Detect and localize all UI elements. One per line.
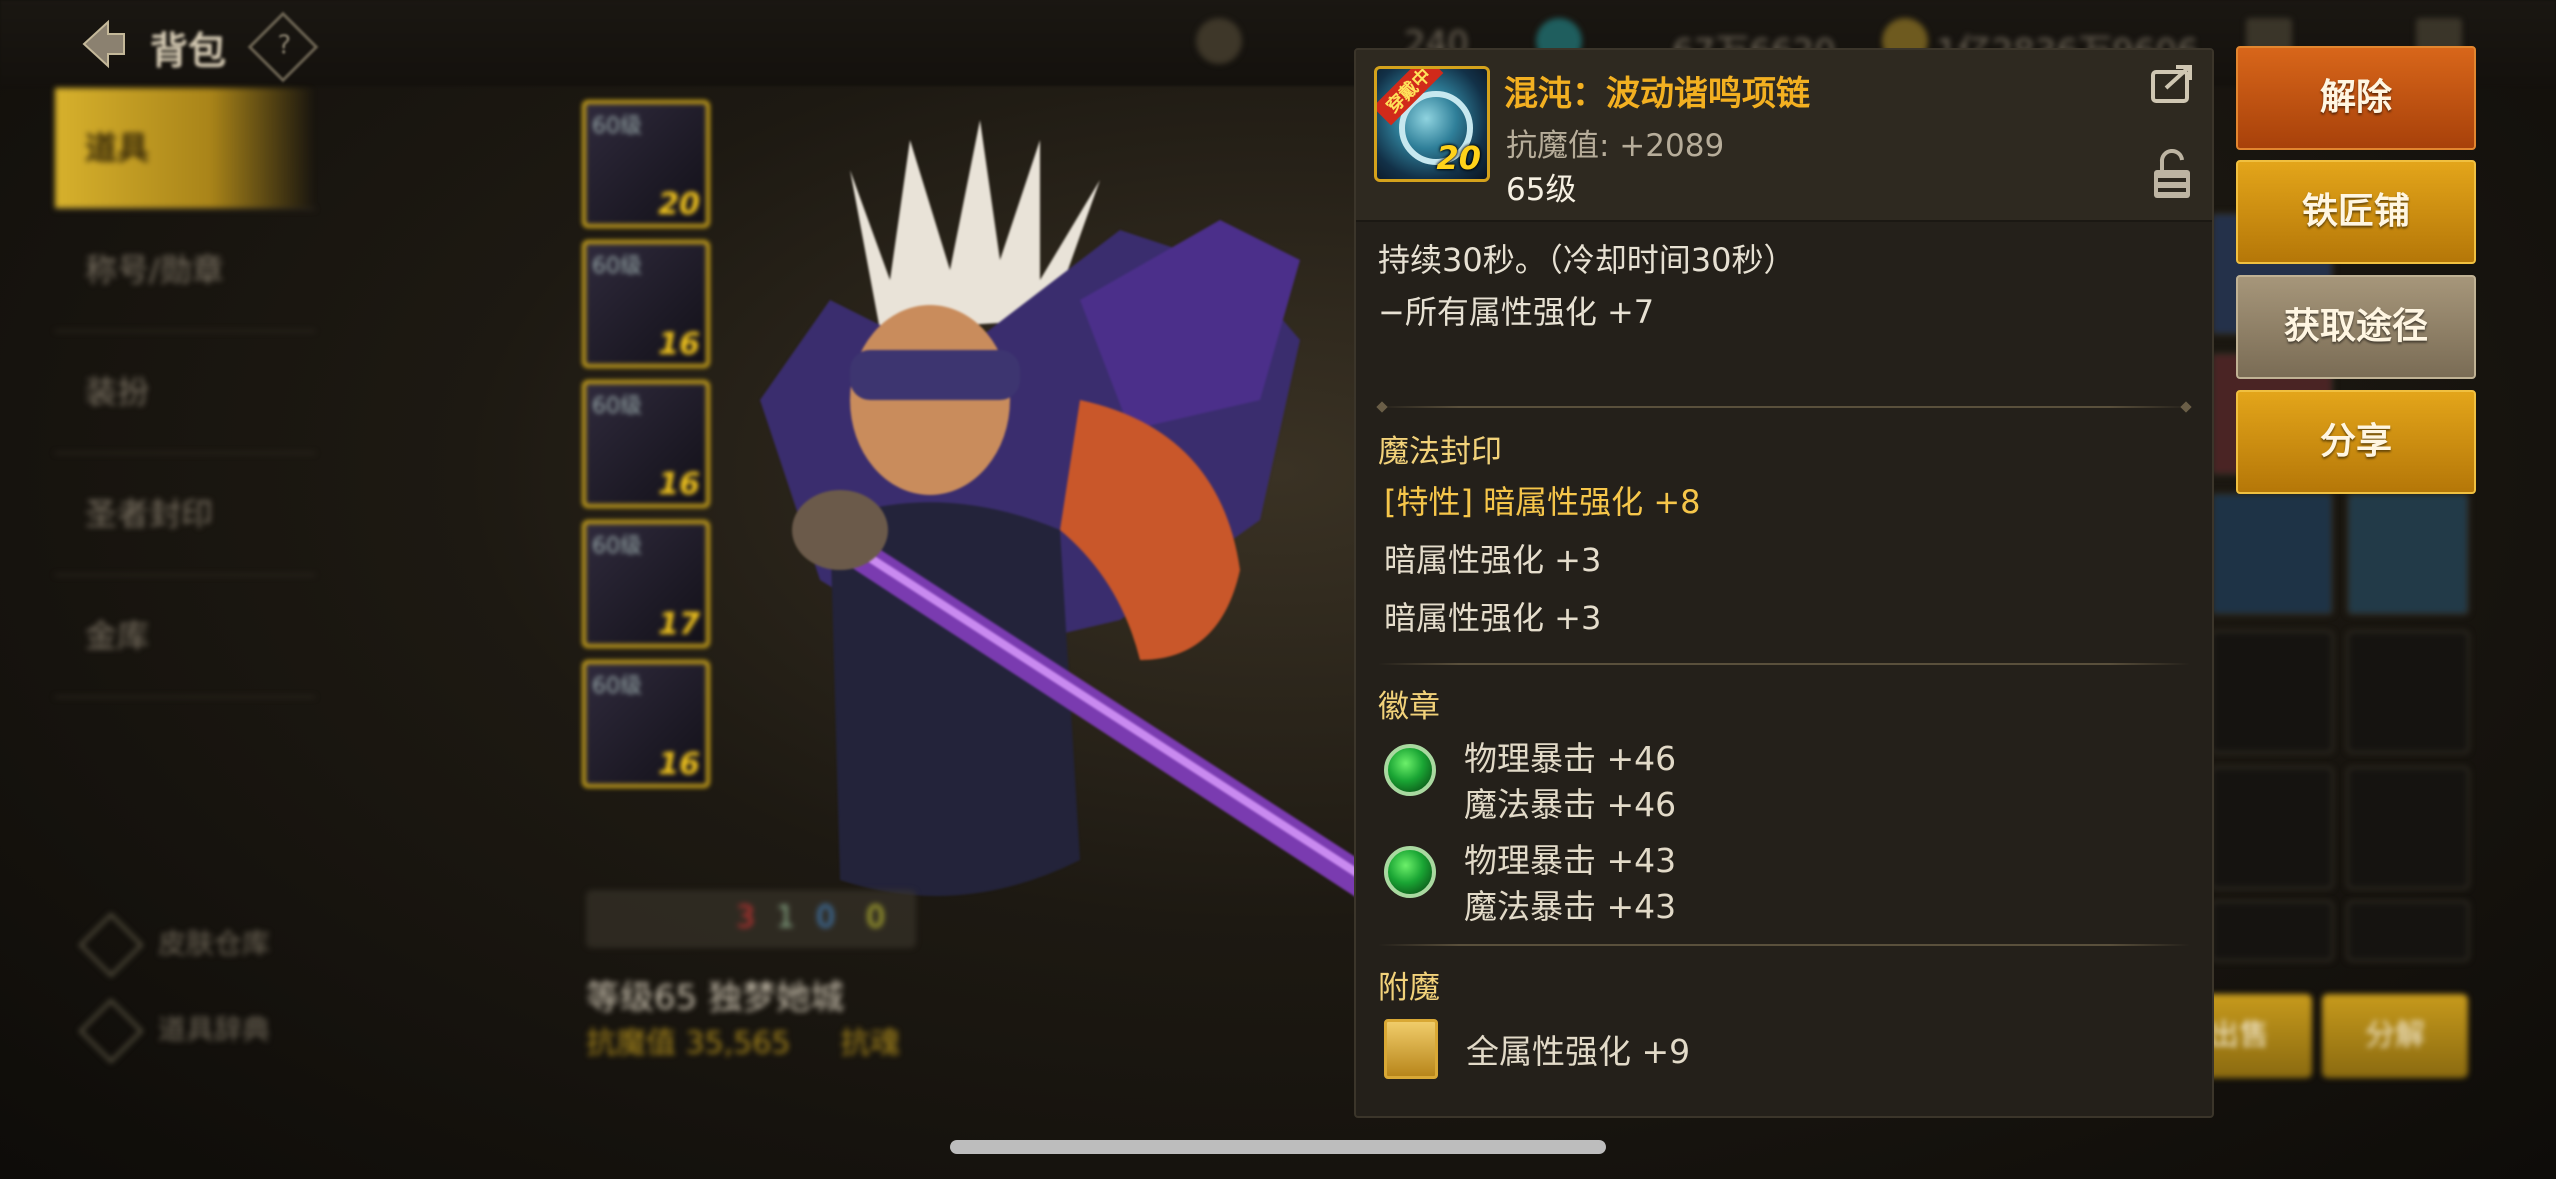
equip-slot[interactable]: 60级 16 bbox=[582, 240, 710, 368]
item-level: 65级 bbox=[1506, 172, 1577, 208]
divider bbox=[1378, 944, 2190, 946]
emblem-row: 物理暴击 +43 魔法暴击 +43 bbox=[1378, 838, 2190, 930]
enchant-title: 附魔 bbox=[1378, 970, 1440, 1006]
character-portrait bbox=[760, 120, 1360, 900]
magic-seal-line: [特性] 暗属性强化 +8 bbox=[1384, 483, 1701, 521]
divider bbox=[1378, 406, 2190, 408]
tooltip-body: 持续30秒。（冷却时间30秒） −所有属性强化 +7 魔法封印 [特性] 暗属性… bbox=[1356, 234, 2212, 1079]
character-power: 抗魔值 35,565 抗魂 bbox=[586, 1026, 901, 1061]
equip-slot[interactable]: 60级 16 bbox=[582, 660, 710, 788]
character-name: 等级65 独梦她城 bbox=[586, 978, 845, 1018]
green-emblem-icon bbox=[1384, 846, 1436, 898]
equip-slot[interactable]: 60级 16 bbox=[582, 380, 710, 508]
item-enhance-level: 20 bbox=[1436, 139, 1481, 177]
fatigue-icon bbox=[1196, 18, 1242, 64]
necklace-icon: 穿戴中 20 bbox=[1374, 66, 1490, 182]
item-resist: 抗魔值: +2089 bbox=[1506, 128, 1725, 164]
inventory-slot[interactable] bbox=[2346, 766, 2470, 890]
skin-storage-icon bbox=[78, 912, 144, 978]
share-button[interactable]: 分享 bbox=[2236, 390, 2476, 494]
enchant-row: 全属性强化 +9 bbox=[1378, 1019, 2190, 1079]
magic-seal-title: 魔法封印 bbox=[1378, 434, 1502, 470]
item-dictionary-icon bbox=[78, 998, 144, 1064]
sidebar-item-vault[interactable]: 金库 bbox=[55, 576, 315, 698]
lock-icon[interactable] bbox=[2152, 148, 2192, 200]
equip-slot[interactable]: 60级 17 bbox=[582, 520, 710, 648]
inventory-slot[interactable] bbox=[2210, 492, 2334, 616]
magic-seal-line: 暗属性强化 +3 bbox=[1384, 541, 1602, 579]
item-name: 混沌：波动谐鸣项链 bbox=[1504, 74, 1810, 114]
inventory-slot[interactable] bbox=[2346, 630, 2470, 754]
character-stats-bar: 3 1 0 0 bbox=[586, 890, 916, 948]
sidebar-item-avatar[interactable]: 装扮 bbox=[55, 332, 315, 454]
disassemble-button[interactable]: 分解 bbox=[2322, 994, 2468, 1078]
inventory-slot[interactable] bbox=[2346, 492, 2470, 616]
inventory-slot[interactable] bbox=[2210, 766, 2334, 890]
sidebar-item-items[interactable]: 道具 bbox=[55, 88, 315, 210]
obtain-source-button[interactable]: 获取途径 bbox=[2236, 275, 2476, 379]
home-indicator[interactable] bbox=[950, 1140, 1606, 1154]
unequip-button[interactable]: 解除 bbox=[2236, 46, 2476, 150]
emblem-row: 物理暴击 +46 魔法暴击 +46 bbox=[1378, 736, 2190, 828]
blacksmith-button[interactable]: 铁匠铺 bbox=[2236, 160, 2476, 264]
item-dictionary-link[interactable]: 道具辞典 bbox=[78, 998, 270, 1064]
share-icon[interactable] bbox=[2150, 64, 2194, 104]
sidebar-item-saint-seal[interactable]: 圣者封印 bbox=[55, 454, 315, 576]
emblem-title: 徽章 bbox=[1378, 689, 1440, 725]
green-emblem-icon bbox=[1384, 744, 1436, 796]
inventory-slot[interactable] bbox=[2346, 900, 2470, 962]
tooltip-header: 穿戴中 20 混沌：波动谐鸣项链 抗魔值: +2089 65级 bbox=[1356, 50, 2212, 222]
item-description: 持续30秒。（冷却时间30秒） −所有属性强化 +7 bbox=[1378, 241, 1796, 331]
enchant-card-icon bbox=[1384, 1019, 1438, 1079]
category-sidebar: 道具 称号/勋章 装扮 圣者封印 金库 bbox=[55, 88, 315, 698]
skin-storage-link[interactable]: 皮肤仓库 bbox=[78, 912, 270, 978]
inventory-slot[interactable] bbox=[2210, 630, 2334, 754]
inventory-slot[interactable] bbox=[2210, 900, 2334, 962]
magic-seal-line: 暗属性强化 +3 bbox=[1384, 599, 1602, 637]
sidebar-item-titles[interactable]: 称号/勋章 bbox=[55, 210, 315, 332]
divider bbox=[1378, 663, 2190, 665]
equip-slot[interactable]: 60级 20 bbox=[582, 100, 710, 228]
back-arrow-icon[interactable] bbox=[70, 14, 130, 74]
page-title: 背包 bbox=[150, 29, 227, 73]
item-tooltip: 穿戴中 20 混沌：波动谐鸣项链 抗魔值: +2089 65级 持续30秒。（冷… bbox=[1354, 48, 2214, 1118]
character-info: 3 1 0 0 等级65 独梦她城 抗魔值 35,565 抗魂 bbox=[586, 890, 916, 1061]
